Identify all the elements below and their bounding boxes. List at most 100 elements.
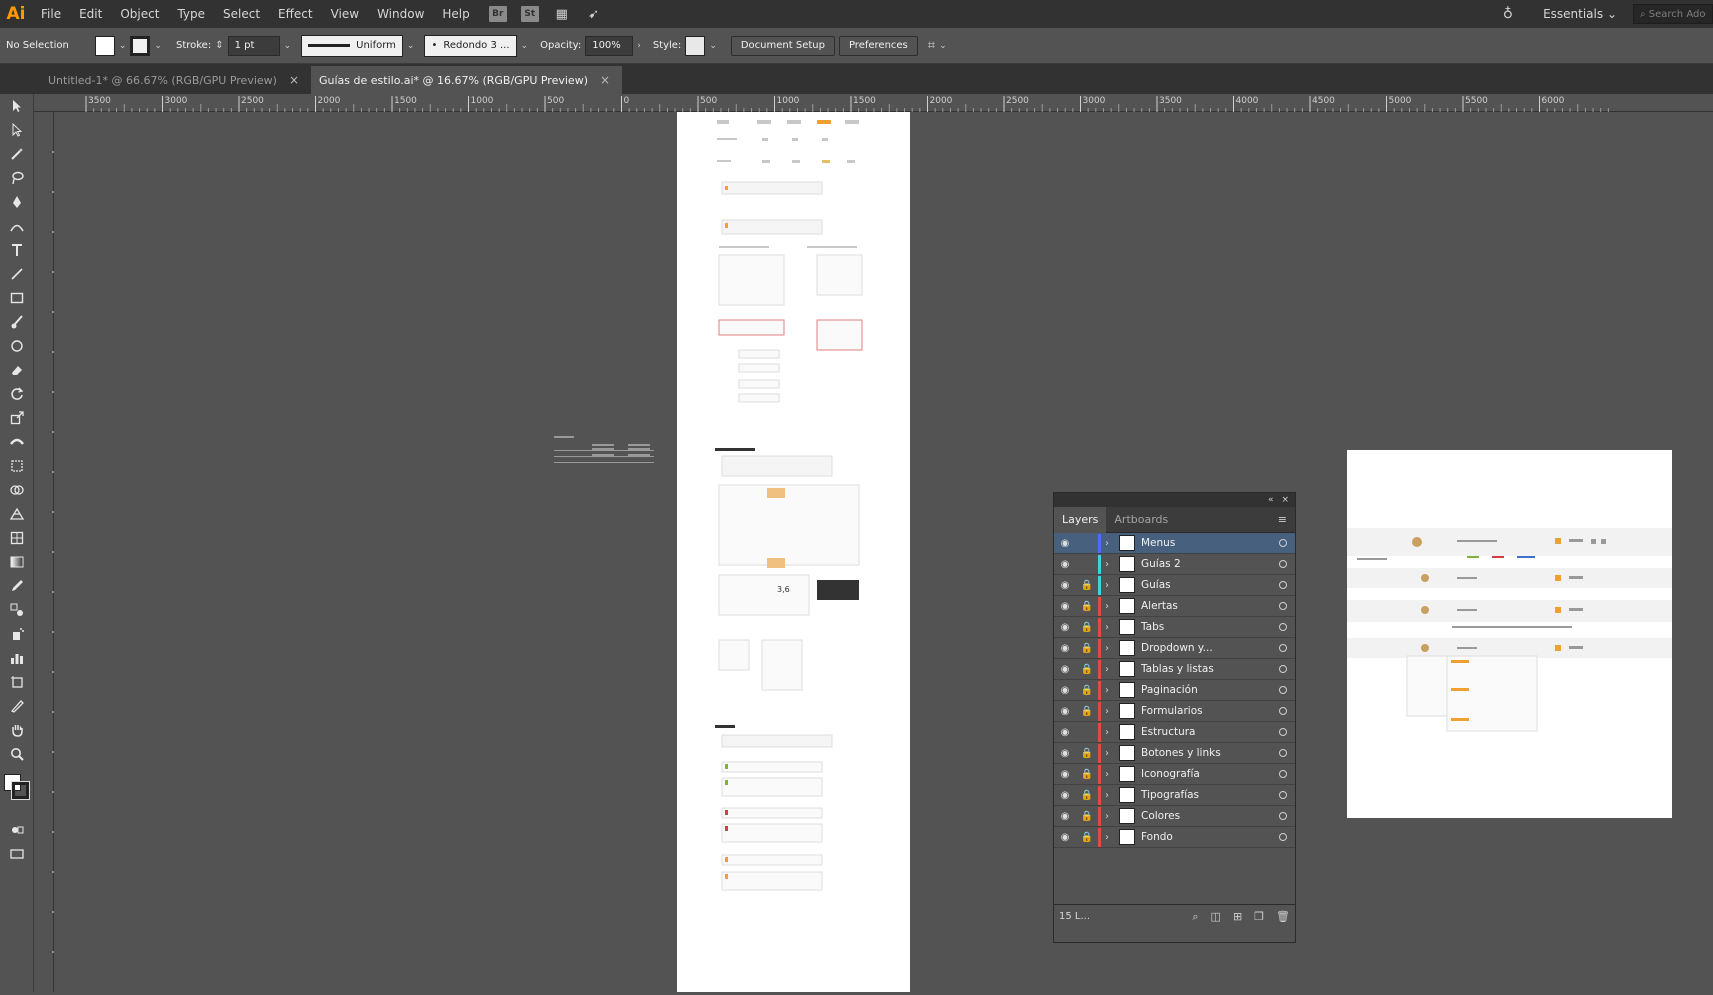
chevron-down-icon[interactable]: ⌄ <box>521 41 529 51</box>
make-clipping-mask-icon[interactable]: ◫ <box>1211 910 1221 924</box>
visibility-eye-icon[interactable]: ◉ <box>1054 533 1076 554</box>
symbol-sprayer-icon[interactable] <box>0 622 34 646</box>
direct-selection-tool-icon[interactable] <box>0 118 34 142</box>
visibility-eye-icon[interactable]: ◉ <box>1054 701 1076 722</box>
layer-name[interactable]: Tipografías <box>1141 789 1271 801</box>
eraser-icon[interactable] <box>0 358 34 382</box>
workspace-switcher[interactable]: Essentials ⌄ <box>1543 7 1617 21</box>
layer-row[interactable]: ◉ 🔒 › Botones y links <box>1054 743 1295 764</box>
layer-row[interactable]: ◉ 🔒 › Tipografías <box>1054 785 1295 806</box>
curvature-tool-icon[interactable] <box>0 214 34 238</box>
chevron-down-icon[interactable]: ⌄ <box>709 41 717 51</box>
layer-row[interactable]: ◉ 🔒 › Formularios <box>1054 701 1295 722</box>
artboard-tool-icon[interactable] <box>0 670 34 694</box>
lock-icon[interactable]: 🔒 <box>1076 701 1098 722</box>
lock-icon[interactable]: 🔒 <box>1076 764 1098 785</box>
visibility-eye-icon[interactable]: ◉ <box>1054 743 1076 764</box>
layer-name[interactable]: Guías <box>1141 579 1271 591</box>
layer-row[interactable]: ◉ 🔒 › Paginación <box>1054 680 1295 701</box>
artboard-guias-de-estilo[interactable]: 3,6 <box>677 112 910 992</box>
visibility-eye-icon[interactable]: ◉ <box>1054 806 1076 827</box>
gpu-performance-icon[interactable]: ➹ <box>585 6 603 22</box>
zoom-tool-icon[interactable] <box>0 742 34 766</box>
arrange-documents-icon[interactable]: ▦ <box>553 6 571 22</box>
lock-icon[interactable]: 🔒 <box>1076 785 1098 806</box>
collapse-icon[interactable]: « <box>1268 495 1274 505</box>
layer-row[interactable]: ◉ › Menus <box>1054 533 1295 554</box>
mesh-tool-icon[interactable] <box>0 526 34 550</box>
layer-name[interactable]: Alertas <box>1141 600 1271 612</box>
expand-arrow-icon[interactable]: › <box>1105 685 1119 696</box>
menu-object[interactable]: Object <box>111 0 168 28</box>
tab-artboards[interactable]: Artboards <box>1106 507 1176 533</box>
expand-arrow-icon[interactable]: › <box>1105 769 1119 780</box>
lasso-icon[interactable] <box>0 166 34 190</box>
target-icon[interactable] <box>1271 791 1295 799</box>
close-icon[interactable]: × <box>600 73 610 87</box>
layer-name[interactable]: Menus <box>1141 537 1271 549</box>
menu-window[interactable]: Window <box>368 0 433 28</box>
lock-icon[interactable]: 🔒 <box>1076 827 1098 848</box>
delete-layer-icon[interactable]: 🗑 <box>1276 910 1290 924</box>
chevron-down-icon[interactable]: ⌄ <box>407 41 415 51</box>
layer-name[interactable]: Botones y links <box>1141 747 1271 759</box>
tab-untitled-1[interactable]: Untitled-1* @ 66.67% (RGB/GPU Preview) × <box>40 66 311 94</box>
free-transform-icon[interactable] <box>0 454 34 478</box>
drawing-mode-icon[interactable] <box>0 818 34 842</box>
stroke-weight-field[interactable]: 1 pt <box>227 35 280 56</box>
lock-icon[interactable]: 🔒 <box>1076 617 1098 638</box>
expand-arrow-icon[interactable]: › <box>1105 559 1119 570</box>
chevron-down-icon[interactable]: ⌄ <box>284 41 292 51</box>
document-setup-button[interactable]: Document Setup <box>730 35 835 56</box>
expand-arrow-icon[interactable]: › <box>1105 790 1119 801</box>
layer-name[interactable]: Dropdown y... <box>1141 642 1271 654</box>
stepper-icon[interactable]: ⇕ <box>215 40 223 51</box>
tab-guias-de-estilo[interactable]: Guías de estilo.ai* @ 16.67% (RGB/GPU Pr… <box>311 66 623 94</box>
target-icon[interactable] <box>1271 602 1295 610</box>
fill-stroke-control[interactable] <box>0 766 33 818</box>
target-icon[interactable] <box>1271 581 1295 589</box>
scale-tool-icon[interactable] <box>0 406 34 430</box>
stroke-profile-dropdown[interactable]: Uniform <box>301 34 403 57</box>
layer-name[interactable]: Tabs <box>1141 621 1271 633</box>
bridge-button[interactable]: Br <box>488 6 507 22</box>
visibility-eye-icon[interactable]: ◉ <box>1054 659 1076 680</box>
tab-layers[interactable]: Layers <box>1054 506 1107 533</box>
fill-swatch[interactable] <box>94 35 115 56</box>
selection-tool-icon[interactable] <box>0 94 34 118</box>
layer-name[interactable]: Fondo <box>1141 831 1271 843</box>
line-tool-icon[interactable] <box>0 262 34 286</box>
expand-arrow-icon[interactable]: › <box>1105 601 1119 612</box>
gradient-tool-icon[interactable] <box>0 550 34 574</box>
style-swatch[interactable] <box>685 35 706 56</box>
blend-tool-icon[interactable] <box>0 598 34 622</box>
hand-tool-icon[interactable] <box>0 718 34 742</box>
layer-row[interactable]: ◉ 🔒 › Fondo <box>1054 827 1295 848</box>
expand-arrow-icon[interactable]: › <box>1105 643 1119 654</box>
canvas-area[interactable]: 3,6 <box>54 112 1713 992</box>
expand-arrow-icon[interactable]: › <box>1105 706 1119 717</box>
menu-select[interactable]: Select <box>214 0 269 28</box>
pen-tool-icon[interactable] <box>0 190 34 214</box>
layer-name[interactable]: Paginación <box>1141 684 1271 696</box>
unlock-slot[interactable] <box>1076 722 1098 743</box>
unlock-slot[interactable] <box>1076 533 1098 554</box>
expand-arrow-icon[interactable]: › <box>1105 622 1119 633</box>
target-icon[interactable] <box>1271 812 1295 820</box>
layer-row[interactable]: ◉ 🔒 › Colores <box>1054 806 1295 827</box>
expand-arrow-icon[interactable]: › <box>1105 580 1119 591</box>
column-graph-icon[interactable] <box>0 646 34 670</box>
floating-artwork[interactable] <box>554 434 664 474</box>
menu-view[interactable]: View <box>322 0 368 28</box>
visibility-eye-icon[interactable]: ◉ <box>1054 575 1076 596</box>
layer-row[interactable]: ◉ 🔒 › Alertas <box>1054 596 1295 617</box>
expand-arrow-icon[interactable]: › <box>1105 727 1119 738</box>
chevron-down-icon[interactable]: ⌄ <box>119 41 127 51</box>
chevron-down-icon[interactable]: ⌄ <box>154 41 162 51</box>
stroke-swatch[interactable] <box>130 35 151 56</box>
locate-object-icon[interactable]: ⌕ <box>1192 910 1198 924</box>
lock-icon[interactable]: 🔒 <box>1076 638 1098 659</box>
layer-row[interactable]: ◉ 🔒 › Guías <box>1054 575 1295 596</box>
lock-icon[interactable]: 🔒 <box>1076 680 1098 701</box>
menu-effect[interactable]: Effect <box>269 0 322 28</box>
